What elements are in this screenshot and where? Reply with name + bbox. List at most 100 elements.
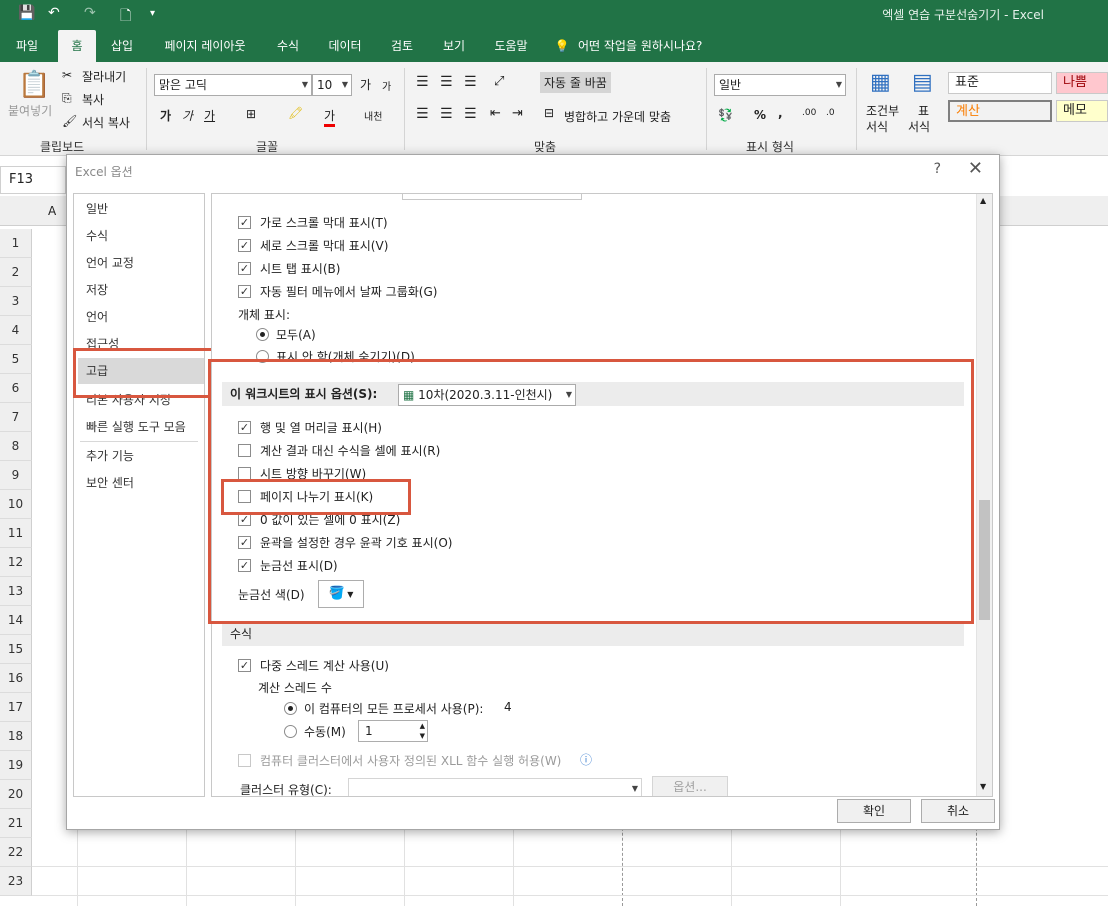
tab-help[interactable]: 도움말 xyxy=(484,30,538,62)
orientation-icon[interactable]: ⤢ xyxy=(494,74,504,89)
row-header[interactable]: 19 xyxy=(0,751,32,780)
merge-center-icon[interactable]: ⊟ xyxy=(544,106,554,120)
help-button[interactable]: ? xyxy=(934,161,941,177)
percent-button[interactable]: % xyxy=(754,108,766,122)
row-header[interactable]: 12 xyxy=(0,548,32,577)
threads-manual-stepper[interactable]: 1 ▲ ▼ xyxy=(358,720,428,742)
style-note[interactable]: 메모 xyxy=(1056,100,1108,122)
grow-font-button[interactable]: 가 xyxy=(360,76,371,93)
radio-threads-all[interactable] xyxy=(284,702,297,715)
row-header[interactable]: 1 xyxy=(0,229,32,258)
checkbox-sheet-tabs[interactable]: ✓ xyxy=(238,262,251,275)
align-center-icon[interactable]: ☰ xyxy=(440,106,453,122)
format-as-table-icon[interactable]: ▤ xyxy=(912,70,933,95)
conditional-format-icon[interactable]: ▦ xyxy=(870,70,891,95)
paste-button[interactable]: 붙여넣기 xyxy=(8,102,52,119)
checkbox-horizontal-scroll[interactable]: ✓ xyxy=(238,216,251,229)
row-header[interactable]: 21 xyxy=(0,809,32,838)
row-header[interactable]: 23 xyxy=(0,867,32,896)
number-format-combo[interactable]: 일반 ▼ xyxy=(714,74,846,96)
tab-file[interactable]: 파일 xyxy=(4,30,50,62)
nav-item-formulas[interactable]: 수식 xyxy=(74,223,204,249)
row-header[interactable]: 20 xyxy=(0,780,32,809)
font-name-combo[interactable]: 맑은 고딕 ▼ xyxy=(154,74,312,96)
row-header[interactable]: 2 xyxy=(0,258,32,287)
tab-insert[interactable]: 삽입 xyxy=(102,30,142,62)
redo-icon[interactable]: ↷ xyxy=(84,5,96,21)
scroll-down-icon[interactable]: ▼ xyxy=(980,782,986,791)
nav-item-save[interactable]: 저장 xyxy=(74,277,204,303)
copy-icon[interactable]: ⎘ xyxy=(62,91,72,106)
cut-icon[interactable]: ✂ xyxy=(62,68,72,82)
align-bottom-icon[interactable]: ☰ xyxy=(464,74,477,90)
conditional-format-button[interactable]: 조건부 xyxy=(866,102,899,119)
style-bad[interactable]: 나쁨 xyxy=(1056,72,1108,94)
spin-icon[interactable]: ▲ ▼ xyxy=(420,721,425,741)
style-normal[interactable]: 표준 xyxy=(948,72,1052,94)
merge-center-button[interactable]: 병합하고 가운데 맞춤 xyxy=(564,108,671,125)
row-header[interactable]: 17 xyxy=(0,693,32,722)
customize-icon[interactable]: ▾ xyxy=(150,8,155,19)
tab-review[interactable]: 검토 xyxy=(380,30,424,62)
format-as-table-button-line2[interactable]: 서식 xyxy=(908,118,930,135)
tab-formulas[interactable]: 수식 xyxy=(266,30,310,62)
radio-objects-all[interactable] xyxy=(256,328,269,341)
font-size-combo[interactable]: 10 ▼ xyxy=(312,74,352,96)
nav-item-language[interactable]: 언어 xyxy=(74,304,204,330)
name-box[interactable]: F13 xyxy=(0,166,66,194)
underline-button[interactable]: 가 xyxy=(204,107,215,124)
scroll-thumb[interactable] xyxy=(979,500,990,620)
row-header[interactable]: 4 xyxy=(0,316,32,345)
row-header[interactable]: 8 xyxy=(0,432,32,461)
checkbox-group-dates[interactable]: ✓ xyxy=(238,285,251,298)
comma-button[interactable]: , xyxy=(778,106,783,120)
tell-me-search[interactable]: 어떤 작업을 원하시나요? xyxy=(578,30,728,62)
nav-item-general[interactable]: 일반 xyxy=(74,196,204,222)
nav-item-add-ins[interactable]: 추가 기능 xyxy=(74,443,204,469)
row-header[interactable]: 3 xyxy=(0,287,32,316)
row-header[interactable]: 16 xyxy=(0,664,32,693)
align-right-icon[interactable]: ☰ xyxy=(464,106,477,122)
align-top-icon[interactable]: ☰ xyxy=(416,74,429,90)
align-middle-icon[interactable]: ☰ xyxy=(440,74,453,90)
content-scrollbar[interactable]: ▲ ▼ xyxy=(976,194,992,796)
borders-icon[interactable]: ⊞ xyxy=(246,107,256,121)
format-as-table-button[interactable]: 표 xyxy=(918,102,929,119)
save-icon[interactable]: 💾 xyxy=(18,5,35,21)
column-header-a[interactable]: A xyxy=(48,204,56,218)
shrink-font-button[interactable]: 가 xyxy=(382,78,391,93)
bold-button[interactable]: 가 xyxy=(160,107,171,124)
radio-threads-manual[interactable] xyxy=(284,725,297,738)
tab-view[interactable]: 보기 xyxy=(432,30,476,62)
row-header[interactable]: 15 xyxy=(0,635,32,664)
italic-button[interactable]: 가 xyxy=(182,107,193,124)
nav-item-proofing[interactable]: 언어 교정 xyxy=(74,250,204,276)
checkbox-vertical-scroll[interactable]: ✓ xyxy=(238,239,251,252)
currency-icon[interactable]: 💱 xyxy=(718,108,733,122)
scroll-up-icon[interactable]: ▲ xyxy=(980,196,986,205)
paste-icon[interactable]: 📋 xyxy=(18,70,50,100)
row-header[interactable]: 14 xyxy=(0,606,32,635)
nav-item-quick-access[interactable]: 빠른 실행 도구 모음 xyxy=(74,414,204,440)
row-header[interactable]: 7 xyxy=(0,403,32,432)
style-calculation[interactable]: 계산 xyxy=(948,100,1052,122)
undo-icon[interactable]: ↶ xyxy=(48,5,60,21)
tab-page-layout[interactable]: 페이지 레이아웃 xyxy=(152,30,258,62)
wrap-text-button[interactable]: 자동 줄 바꿈 xyxy=(540,72,611,93)
close-button[interactable]: ✕ xyxy=(968,158,983,179)
conditional-format-button-line2[interactable]: 서식 xyxy=(866,118,888,135)
checkbox-multithread[interactable]: ✓ xyxy=(238,659,251,672)
cut-button[interactable]: 잘라내기 xyxy=(82,68,126,85)
row-header[interactable]: 5 xyxy=(0,345,32,374)
tab-home[interactable]: 홈 xyxy=(58,30,96,62)
format-painter-icon[interactable]: 🖌 xyxy=(62,114,77,128)
format-painter-button[interactable]: 서식 복사 xyxy=(82,114,130,131)
row-header[interactable]: 22 xyxy=(0,838,32,867)
font-color-button[interactable]: 가 xyxy=(324,107,336,127)
row-header[interactable]: 9 xyxy=(0,461,32,490)
row-header[interactable]: 11 xyxy=(0,519,32,548)
fill-color-icon[interactable]: 🖍 xyxy=(288,106,303,120)
tab-data[interactable]: 데이터 xyxy=(318,30,372,62)
row-header[interactable]: 6 xyxy=(0,374,32,403)
nav-item-trust-center[interactable]: 보안 센터 xyxy=(74,470,204,496)
